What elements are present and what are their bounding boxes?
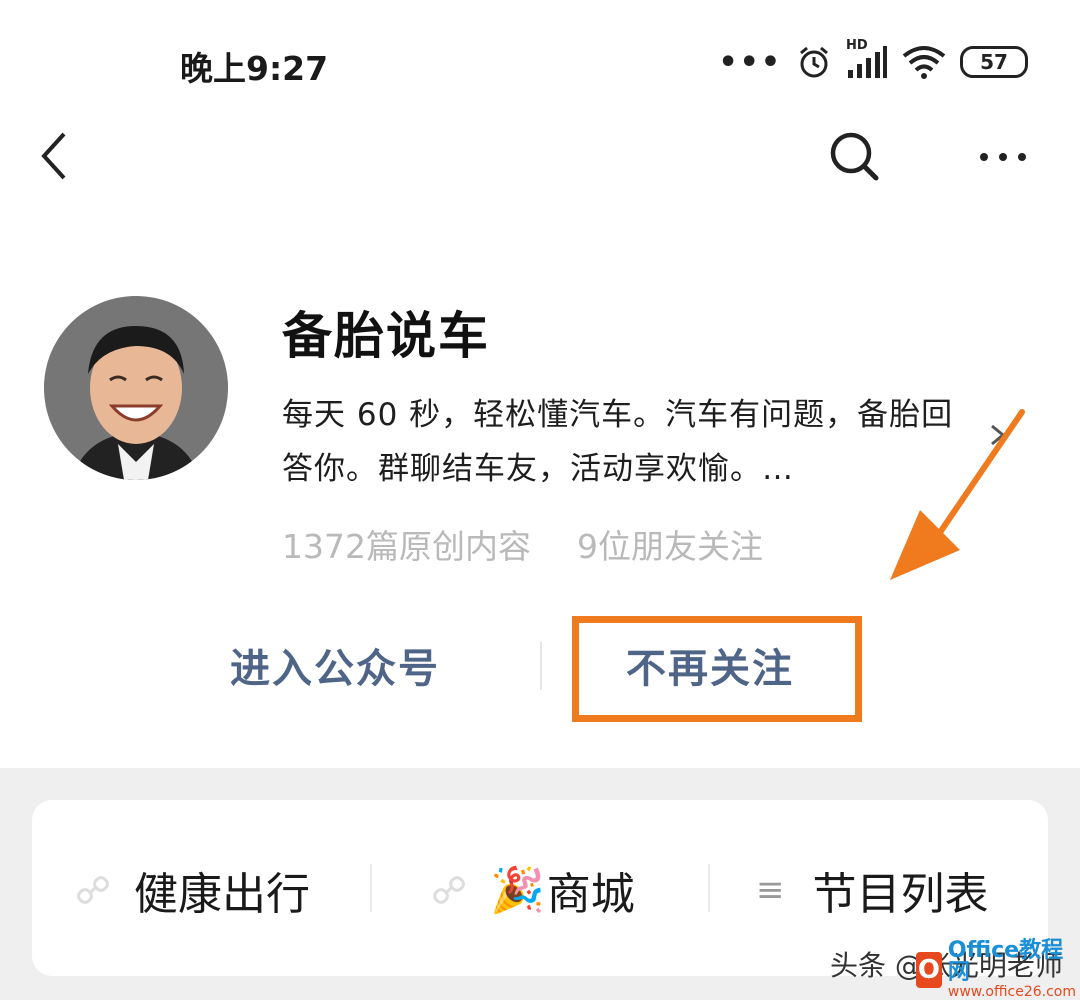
status-icons: ••• HD 57	[718, 38, 1028, 84]
menu-separator	[370, 864, 372, 912]
more-options-icon[interactable]	[974, 140, 1034, 174]
list-icon: ≡	[756, 870, 785, 910]
menu-item-health-travel[interactable]: 健康出行	[76, 860, 310, 920]
link-icon	[433, 876, 465, 904]
annotation-arrow-icon	[890, 409, 1025, 580]
menu-item-mall[interactable]: 🎉 商城	[432, 860, 635, 920]
menu-label-program-list: 节目列表	[812, 869, 989, 920]
menu-separator	[708, 864, 710, 912]
wifi-icon	[902, 46, 946, 79]
original-count: 1372篇原创内容	[282, 527, 531, 566]
unfollow-highlight-box	[572, 616, 862, 722]
menu-label-mall: 商城	[546, 869, 635, 920]
party-popper-icon: 🎉	[490, 865, 545, 916]
avatar[interactable]	[44, 296, 228, 480]
alarm-icon	[800, 46, 828, 78]
menu-label-health-travel: 健康出行	[134, 869, 310, 920]
watermark-logo-sub: www.office26.com	[947, 984, 1076, 1000]
office-logo-icon: O	[916, 952, 942, 988]
account-stats: 1372篇原创内容 9位朋友关注	[282, 520, 763, 568]
status-time: 晚上9:27	[180, 49, 329, 88]
enter-account-button[interactable]: 进入公众号	[230, 636, 440, 694]
watermark-logo: O Office教程网 www.office26.com	[916, 940, 1076, 1000]
link-icon	[77, 876, 109, 904]
account-name: 备胎说车	[282, 307, 490, 365]
more-notifications-icon: •••	[718, 44, 782, 80]
back-icon[interactable]	[36, 126, 76, 186]
menu-item-program-list[interactable]: ≡ 节目列表	[756, 860, 989, 920]
search-icon[interactable]	[824, 126, 884, 186]
signal-icon: HD	[846, 38, 888, 80]
battery-icon: 57	[960, 46, 1028, 78]
action-divider	[540, 642, 542, 690]
friends-following: 9位朋友关注	[576, 527, 763, 566]
watermark-logo-main: Office教程网	[947, 938, 1064, 985]
